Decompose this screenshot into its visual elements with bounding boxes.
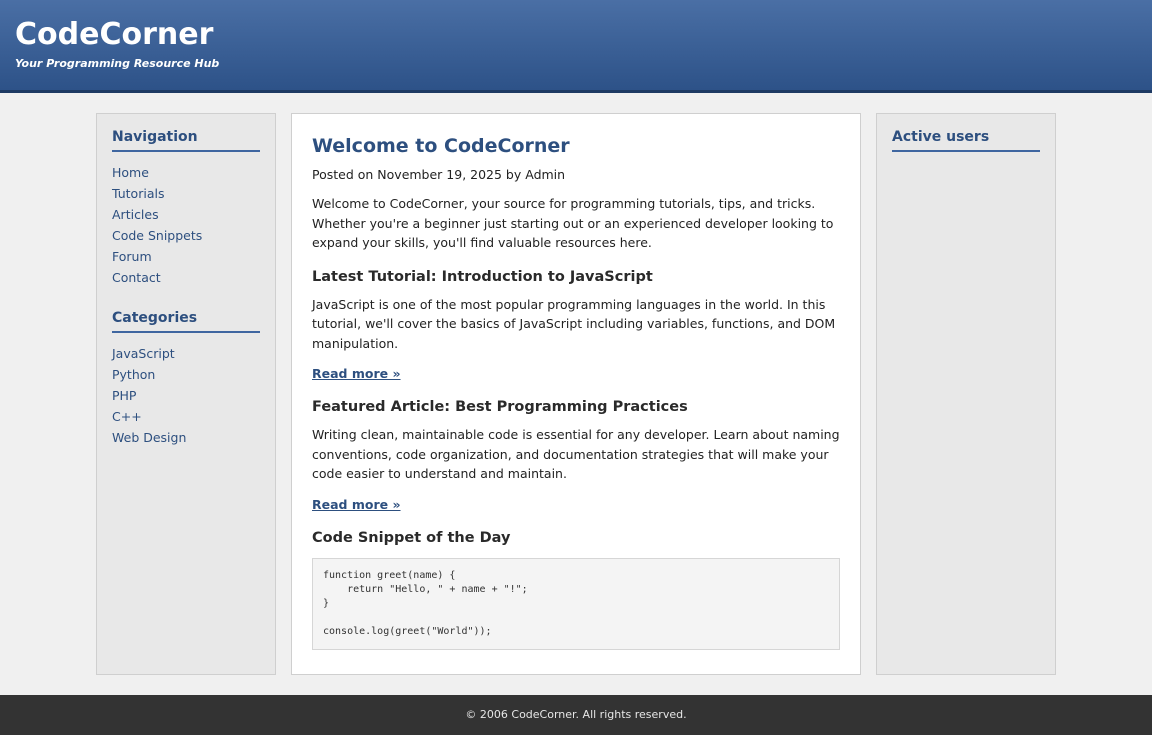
category-link-javascript[interactable]: JavaScript [112, 346, 175, 361]
article-paragraph: Writing clean, maintainable code is esse… [312, 427, 840, 481]
nav-link-contact[interactable]: Contact [112, 270, 161, 285]
nav-link-home[interactable]: Home [112, 165, 149, 180]
nav-link-code-snippets[interactable]: Code Snippets [112, 228, 202, 243]
categories-heading: Categories [112, 309, 260, 333]
navigation-list: Home Tutorials Articles Code Snippets Fo… [112, 162, 260, 288]
main-content: Welcome to CodeCorner Posted on November… [291, 113, 861, 675]
article-heading: Featured Article: Best Programming Pract… [312, 399, 688, 415]
tutorial-paragraph: JavaScript is one of the most popular pr… [312, 296, 836, 351]
category-link-cpp[interactable]: C++ [112, 409, 142, 424]
list-item: C++ [112, 406, 260, 427]
list-item: Forum [112, 246, 260, 267]
list-item: Contact [112, 267, 260, 288]
snippet-heading: Code Snippet of the Day [312, 529, 511, 546]
list-item: Web Design [112, 427, 260, 448]
site-tagline: Your Programming Resource Hub [15, 57, 220, 70]
tutorial-heading: Latest Tutorial: Introduction to JavaScr… [312, 268, 653, 285]
post-meta: Posted on November 19, 2025 by Admin [312, 167, 566, 182]
post-title: Welcome to CodeCorner [312, 135, 570, 157]
list-item: Code Snippets [112, 225, 260, 246]
list-item: Home [112, 162, 260, 183]
category-link-python[interactable]: Python [112, 367, 155, 382]
list-item: JavaScript [112, 343, 260, 364]
navigation-heading: Navigation [112, 128, 260, 152]
active-users-heading: Active users [892, 128, 1040, 152]
nav-link-articles[interactable]: Articles [112, 207, 159, 222]
category-link-web-design[interactable]: Web Design [112, 430, 186, 445]
article-read-more-link[interactable]: Read more » [312, 496, 401, 514]
categories-list: JavaScript Python PHP C++ Web Design [112, 343, 260, 448]
list-item: PHP [112, 385, 260, 406]
nav-link-tutorials[interactable]: Tutorials [112, 186, 164, 201]
code-snippet-block: function greet(name) { return "Hello, " … [312, 557, 840, 650]
list-item: Tutorials [112, 183, 260, 204]
list-item: Python [112, 364, 260, 385]
left-sidebar: Navigation Home Tutorials Articles Code … [96, 113, 276, 675]
site-header: CodeCorner Your Programming Resource Hub [0, 0, 1152, 93]
category-link-php[interactable]: PHP [112, 388, 136, 403]
intro-paragraph: Welcome to CodeCorner, your source for p… [312, 196, 834, 250]
site-footer: © 2006 CodeCorner. All rights reserved. [0, 695, 1152, 735]
list-item: Articles [112, 204, 260, 225]
nav-link-forum[interactable]: Forum [112, 249, 152, 264]
site-title[interactable]: CodeCorner [15, 16, 213, 54]
tutorial-read-more-link[interactable]: Read more » [312, 365, 401, 383]
right-sidebar: Active users [876, 113, 1056, 675]
footer-copyright: © 2006 CodeCorner. All rights reserved. [465, 708, 687, 721]
